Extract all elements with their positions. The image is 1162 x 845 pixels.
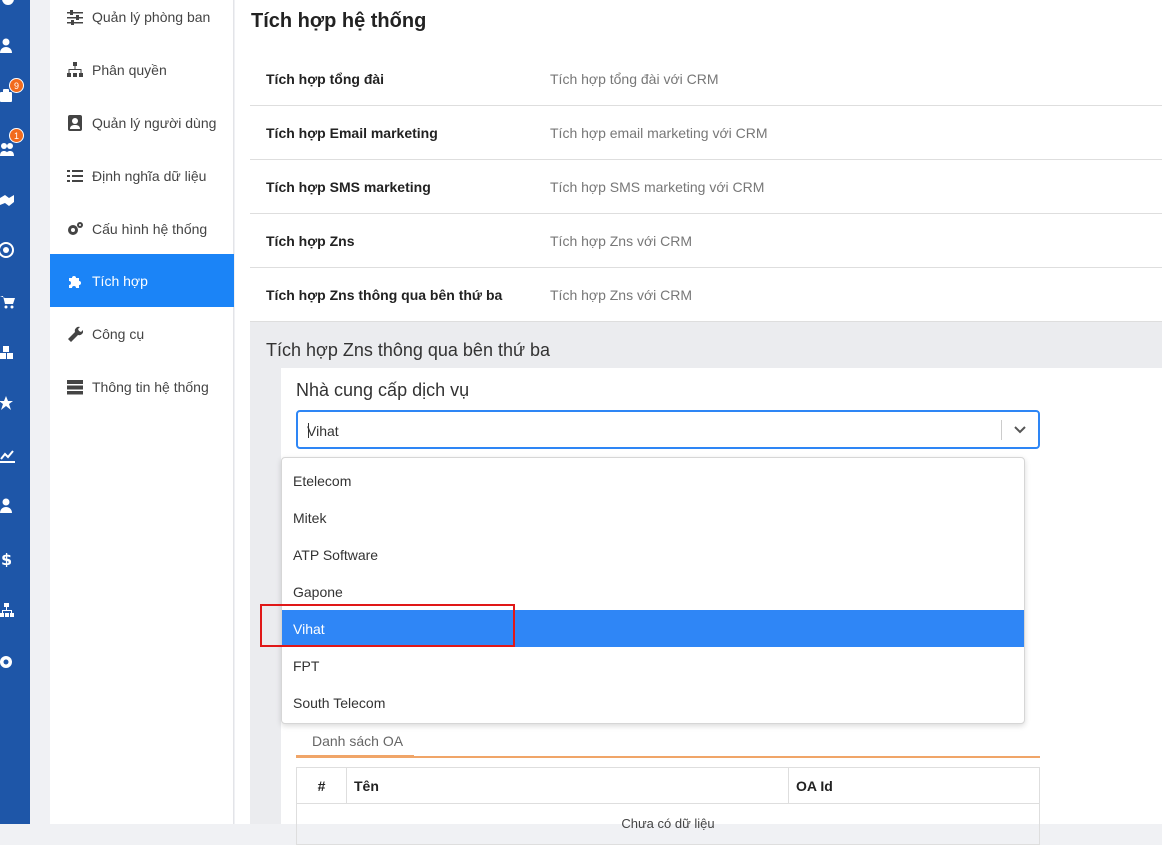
integration-row[interactable]: Tích hợp Zns thông qua bên thứ ba Tích h… [250, 268, 1162, 322]
option-etelecom[interactable]: Etelecom [282, 462, 1024, 499]
table-header: # Tên OA Id [297, 768, 1039, 804]
option-south-telecom[interactable]: South Telecom [282, 684, 1024, 721]
inventory-badge: 9 [9, 78, 24, 93]
menu-item-label: Tích hợp [92, 272, 148, 289]
sliders-icon [66, 9, 84, 25]
provider-select-value: Vihat [307, 423, 339, 439]
integration-row[interactable]: Tích hợp SMS marketing Tích hợp SMS mark… [250, 160, 1162, 214]
menu-item-label: Phân quyền [92, 62, 167, 78]
integration-desc: Tích hợp email marketing với CRM [550, 124, 768, 141]
col-index: # [297, 768, 347, 803]
integration-row[interactable]: Tích hợp tổng đài Tích hợp tổng đài với … [250, 52, 1162, 106]
menu-item-users[interactable]: Quản lý người dùng [50, 97, 234, 149]
sitemap-rail-icon[interactable] [0, 602, 16, 620]
col-name: Tên [347, 768, 789, 803]
select-separator [1001, 420, 1002, 440]
provider-label: Nhà cung cấp dịch vụ [296, 380, 470, 400]
menu-item-label: Quản lý người dùng [92, 115, 217, 131]
settings-menu: Quản lý phòng ban Phân quyền Quản lý ngư… [50, 0, 234, 824]
server-icon [66, 379, 84, 395]
provider-select[interactable]: Vihat [296, 410, 1040, 449]
users-badge: 1 [9, 128, 24, 143]
menu-item-label: Quản lý phòng ban [92, 9, 211, 25]
wrench-icon [66, 326, 84, 342]
menu-item-departments[interactable]: Quản lý phòng ban [50, 0, 234, 43]
integration-name: Tích hợp tổng đài [266, 70, 385, 87]
integration-name: Tích hợp Zns thông qua bên thứ ba [266, 286, 503, 303]
oa-table: # Tên OA Id Chưa có dữ liệu [296, 767, 1040, 845]
svg-text:$: $ [1, 551, 12, 567]
integration-desc: Tích hợp SMS marketing với CRM [550, 178, 765, 195]
col-oa-id: OA Id [796, 777, 833, 794]
menu-item-system-config[interactable]: Cấu hình hệ thống [50, 203, 234, 255]
menu-item-integrations[interactable]: Tích hợp [50, 254, 234, 307]
option-fpt[interactable]: FPT [282, 647, 1024, 684]
menu-item-data-definition[interactable]: Định nghĩa dữ liệu [50, 150, 234, 202]
list-icon [66, 168, 84, 184]
handshake-icon[interactable] [0, 191, 16, 209]
dollar-icon[interactable]: $ [0, 550, 16, 568]
menu-item-label: Thông tin hệ thống [92, 379, 209, 395]
integration-name: Tích hợp Zns [266, 232, 355, 249]
menu-item-label: Công cụ [92, 326, 145, 342]
page-title: Tích hợp hệ thống [251, 10, 427, 32]
gears-icon [66, 221, 84, 237]
provider-dropdown: Etelecom Mitek ATP Software Gapone Vihat… [281, 457, 1025, 724]
menu-item-permissions[interactable]: Phân quyền [50, 44, 234, 96]
integration-row[interactable]: Tích hợp Zns Tích hợp Zns với CRM [250, 214, 1162, 268]
user-card-icon [66, 115, 84, 131]
logo-icon[interactable] [0, 0, 16, 10]
user-icon[interactable] [0, 37, 16, 55]
option-atp-software[interactable]: ATP Software [282, 536, 1024, 573]
menu-item-label: Định nghĩa dữ liệu [92, 168, 207, 184]
highlight-box [260, 604, 515, 647]
integration-desc: Tích hợp tổng đài với CRM [550, 70, 719, 87]
gear-icon[interactable] [0, 653, 16, 671]
menu-item-tools[interactable]: Công cụ [50, 308, 234, 360]
menu-item-label: Cấu hình hệ thống [92, 221, 208, 237]
sitemap-icon [66, 62, 84, 78]
cubes-icon[interactable] [0, 344, 16, 362]
empty-state: Chưa có dữ liệu [621, 816, 715, 831]
user-tie-icon[interactable] [0, 497, 16, 515]
tab-oa-list[interactable]: Danh sách OA [296, 723, 414, 757]
option-mitek[interactable]: Mitek [282, 499, 1024, 536]
puzzle-icon [66, 273, 84, 289]
integration-desc: Tích hợp Zns với CRM [550, 232, 693, 249]
tab-underline [296, 756, 1040, 758]
integration-name: Tích hợp SMS marketing [266, 178, 431, 195]
cart-icon[interactable] [0, 293, 16, 311]
target-icon[interactable] [0, 241, 16, 259]
integration-name: Tích hợp Email marketing [266, 124, 438, 141]
rail-gap [30, 0, 50, 824]
star-icon[interactable] [0, 395, 16, 413]
menu-item-system-info[interactable]: Thông tin hệ thống [50, 361, 234, 413]
chevron-down-icon[interactable] [1010, 420, 1030, 440]
integration-desc: Tích hợp Zns với CRM [550, 286, 693, 303]
integration-row[interactable]: Tích hợp Email marketing Tích hợp email … [250, 106, 1162, 160]
panel-title: Tích hợp Zns thông qua bên thứ ba [266, 340, 551, 360]
icon-rail: 9 1 $ [0, 0, 30, 824]
chart-line-icon[interactable] [0, 446, 16, 464]
